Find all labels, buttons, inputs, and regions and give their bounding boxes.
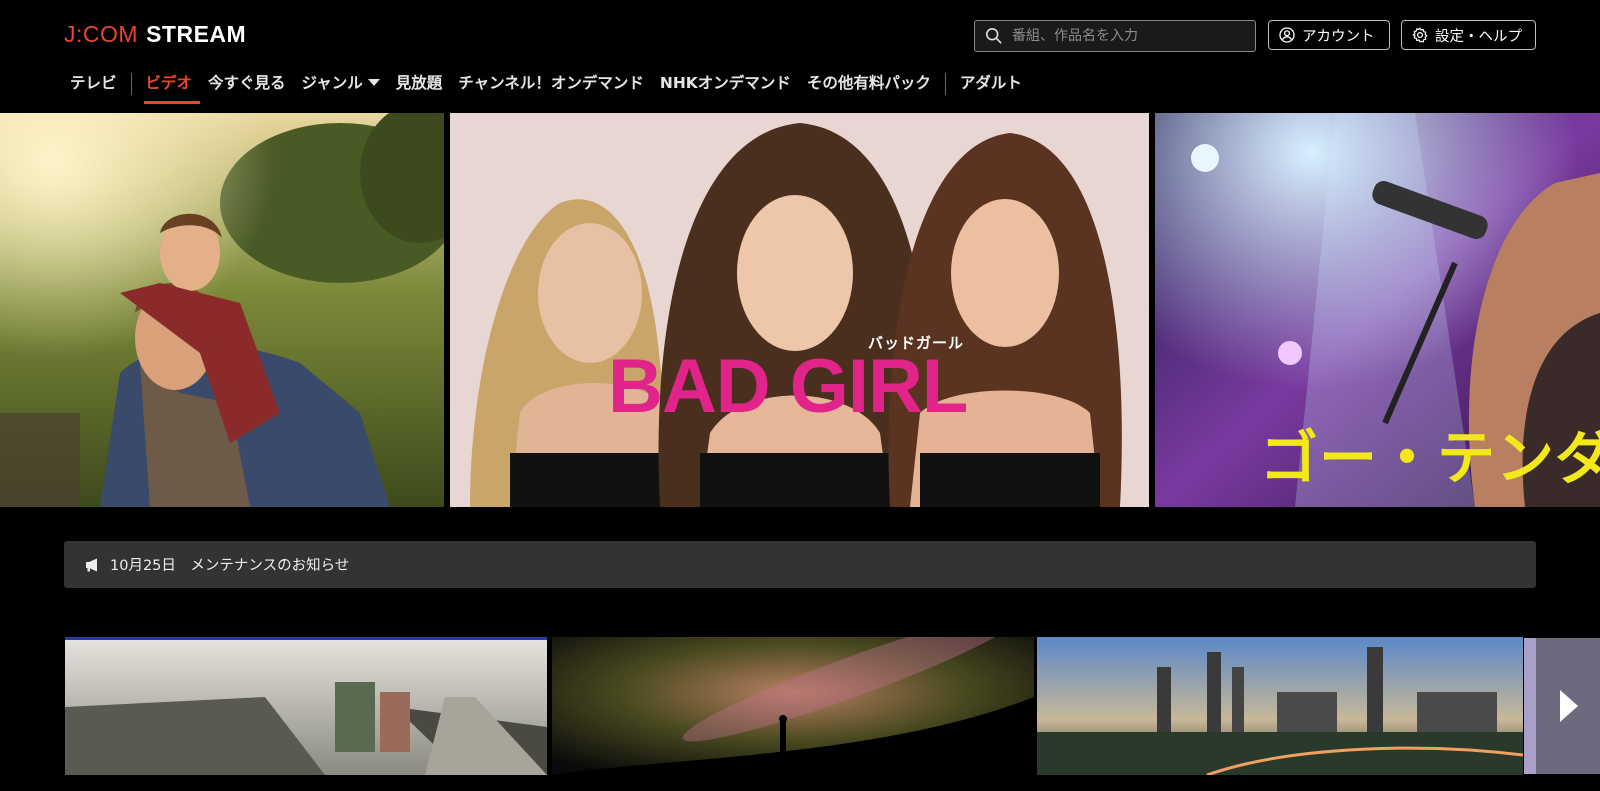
nav-item-adult[interactable]: アダルト: [952, 66, 1030, 104]
maintenance-notice[interactable]: 10月25日 メンテナンスのお知らせ: [64, 541, 1536, 588]
bad-girl-image: [450, 113, 1149, 507]
account-button[interactable]: アカウント: [1268, 20, 1390, 50]
hero-slide-bad-girl[interactable]: バッドガール BAD GIRL: [450, 113, 1149, 507]
notice-text: 10月25日 メンテナンスのお知らせ: [110, 558, 350, 574]
nav-divider: [130, 73, 132, 95]
night-sky-image: [552, 637, 1034, 775]
content-card[interactable]: [65, 637, 547, 775]
main-nav: テレビ ビデオ 今すぐ見る ジャンル 見放題 チャンネル！オンデマンド NHKオ…: [62, 66, 1030, 104]
nav-item-other-paid-packs[interactable]: その他有料パック: [799, 66, 939, 104]
nav-item-channel-on-demand[interactable]: チャンネル！オンデマンド: [450, 66, 652, 104]
search-icon: [985, 27, 1002, 44]
account-label: アカウント: [1302, 28, 1375, 45]
nav-divider: [944, 73, 946, 95]
content-row: [0, 637, 1600, 775]
logo-brand: J:COM: [64, 20, 139, 47]
megaphone-icon: [86, 558, 97, 571]
content-card[interactable]: [1037, 637, 1523, 775]
hero-slide-family[interactable]: [0, 113, 444, 507]
nav-item-genre[interactable]: ジャンル: [294, 66, 388, 104]
nav-item-video[interactable]: ビデオ: [138, 66, 201, 104]
nav-item-tv[interactable]: テレビ: [62, 66, 125, 104]
nav-item-watch-now[interactable]: 今すぐ見る: [200, 66, 294, 104]
hero-slide-go-tenda[interactable]: ゴー・テンダ: [1155, 113, 1600, 507]
go-tenda-title: ゴー・テンダ: [1260, 424, 1600, 492]
bridge-image: [65, 637, 547, 775]
hero-carousel: バッドガール BAD GIRL ゴー・テンダ: [0, 113, 1600, 507]
search-input[interactable]: [1012, 28, 1242, 44]
logo-product: STREAM: [146, 20, 247, 47]
settings-help-button[interactable]: 設定・ヘルプ: [1401, 20, 1536, 50]
logo[interactable]: J:COM STREAM: [64, 20, 246, 48]
content-card[interactable]: [552, 637, 1034, 775]
carousel-next-button[interactable]: [1524, 638, 1600, 774]
nav-item-nhk-on-demand[interactable]: NHKオンデマンド: [652, 66, 799, 104]
account-icon: [1279, 27, 1295, 43]
nav-item-unlimited[interactable]: 見放題: [388, 66, 451, 104]
gear-icon: [1412, 27, 1428, 43]
settings-label: 設定・ヘルプ: [1435, 28, 1522, 45]
family-image: [0, 113, 444, 507]
chevron-down-icon: [367, 79, 380, 86]
bad-girl-title: BAD GIRL: [608, 344, 968, 429]
chevron-right-icon: [1560, 690, 1578, 722]
city-skyline-image: [1037, 637, 1523, 775]
search-box[interactable]: [974, 20, 1256, 52]
nav-item-genre-label: ジャンル: [301, 74, 363, 92]
